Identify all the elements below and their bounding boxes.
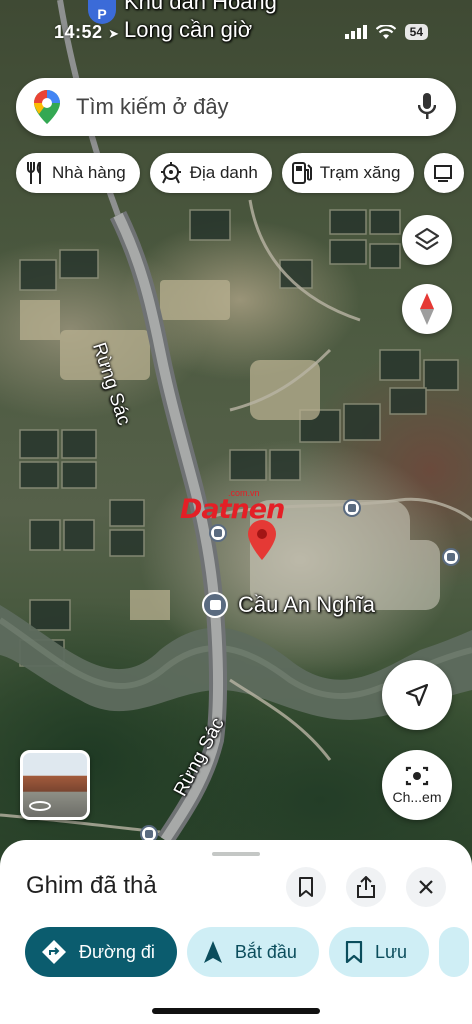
poi-label-line1: Khu dân Hoàng [124,0,277,14]
status-time: 14:52 ➤ [54,22,120,42]
chip-label: Nhà hàng [52,163,126,182]
chip-gas-stations[interactable]: Trạm xăng [281,153,415,193]
signal-icon [344,25,367,39]
wifi-icon [375,24,396,39]
search-input[interactable]: Tìm kiếm ở đây [76,94,418,120]
sheet-title: Ghim đã thả [26,872,157,899]
poi-label-line2: Long cần giờ [124,17,253,42]
close-icon [419,880,433,894]
category-chips: Nhà hàng Địa danh Trạm xăng [16,153,465,193]
street-view-thumbnail[interactable] [20,750,90,820]
poi-label-top[interactable]: Khu dân Hoàng Long cần giờ [124,0,277,44]
microphone-icon[interactable] [418,93,436,121]
chip-landmarks[interactable]: Địa danh [149,153,272,193]
save-bookmark-button[interactable] [286,867,326,907]
bookmark-icon [299,877,313,897]
navigation-arrow-icon [203,941,222,963]
place-label: Cầu An Nghĩa [238,592,375,617]
dropped-pin-icon[interactable] [248,520,276,560]
shopping-icon [434,165,453,182]
place-marker[interactable]: Cầu An Nghĩa [202,592,375,618]
fork-knife-icon [27,162,41,184]
directions-icon [42,940,66,964]
bus-station-icon [202,592,228,618]
my-location-button[interactable] [382,660,452,730]
battery-indicator: 54 [404,24,428,40]
share-icon [357,876,375,898]
chip-label: Trạm xăng [319,163,401,182]
sheet-drag-handle[interactable] [212,852,260,856]
chip-label: Địa danh [189,163,258,182]
location-arrow-icon: ➤ [108,26,120,41]
directions-button[interactable]: Đường đi [25,927,177,977]
more-action-button[interactable] [439,927,470,977]
action-label: Lưu [374,941,408,962]
street-view-360-icon [29,801,51,811]
layers-icon [414,227,440,251]
landmark-icon [160,162,181,184]
sheet-actions: Đường đi Bắt đầu Lưu [25,927,470,977]
layers-button[interactable] [402,215,452,265]
lens-button[interactable]: Ch...em [382,750,452,820]
home-indicator [152,1008,320,1014]
action-label: Bắt đầu [234,941,297,962]
chip-more[interactable] [424,153,465,193]
maps-pin-logo-icon [34,90,60,124]
start-button[interactable]: Bắt đầu [186,927,319,977]
navigation-arrow-icon [406,684,428,706]
share-button[interactable] [346,867,386,907]
gas-station-icon [291,162,312,184]
bookmark-icon [345,941,363,963]
bus-stop-icon[interactable] [343,499,361,517]
chip-restaurants[interactable]: Nhà hàng [16,153,140,193]
compass-button[interactable] [402,284,452,334]
status-indicators: 54 [344,24,428,40]
action-label: Đường đi [79,941,155,962]
bus-stop-icon[interactable] [209,524,227,542]
close-button[interactable] [406,867,446,907]
bus-stop-icon[interactable] [442,548,460,566]
lens-label: Ch...em [392,789,442,805]
compass-icon [420,293,434,325]
camera-lens-icon [405,766,429,786]
search-bar[interactable]: Tìm kiếm ở đây [16,78,456,136]
save-button[interactable]: Lưu [328,927,430,977]
